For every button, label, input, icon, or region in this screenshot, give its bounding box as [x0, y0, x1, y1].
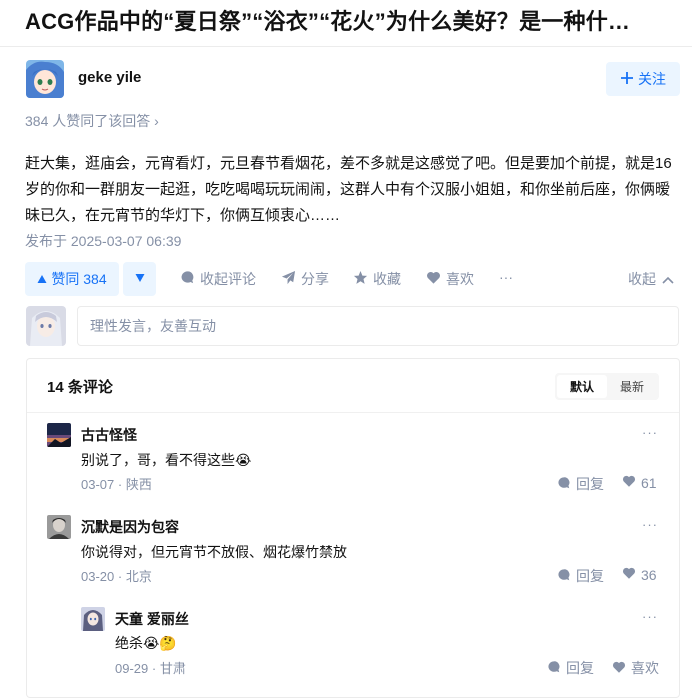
reply-label: 回复 — [576, 476, 604, 492]
heart-icon — [622, 474, 636, 491]
sort-latest-tab[interactable]: 最新 — [607, 375, 657, 398]
paper-plane-icon — [281, 270, 296, 288]
triangle-down-icon — [135, 270, 145, 288]
comment-meta: 03-20 · 北京 — [81, 569, 152, 584]
more-dots-icon: ··· — [499, 269, 513, 285]
reply-button[interactable]: 回复 — [557, 566, 604, 586]
downvote-button[interactable] — [123, 262, 156, 296]
comment-bubble-icon — [557, 568, 571, 585]
favorite-label: 收藏 — [373, 271, 401, 287]
collapse-answer-button[interactable]: 收起 — [628, 269, 674, 289]
author-avatar[interactable] — [26, 60, 64, 98]
comment-text: 你说得对，但元宵节不放假、烟花爆竹禁放 — [81, 544, 347, 560]
publish-time: 发布于 2025-03-07 06:39 — [25, 233, 182, 249]
like-label: 喜欢 — [631, 660, 659, 676]
chevron-up-icon — [662, 271, 674, 287]
comment-avatar[interactable] — [47, 423, 71, 447]
follow-label: 关注 — [638, 71, 666, 87]
comment-author[interactable]: 沉默是因为包容 — [81, 517, 179, 537]
star-icon — [353, 270, 368, 288]
sort-default-tab[interactable]: 默认 — [557, 375, 607, 398]
comment-more-button[interactable]: ··· — [642, 425, 658, 440]
panel-divider — [27, 412, 679, 413]
like-label: 喜欢 — [446, 271, 474, 287]
comment-like-button[interactable]: 36 — [622, 566, 657, 583]
comment-like-button[interactable]: 61 — [622, 474, 657, 491]
like-count: 61 — [641, 474, 657, 491]
triangle-up-icon — [37, 271, 47, 287]
comment-text: 别说了，哥，看不得这些😭 — [81, 452, 252, 468]
comment-meta: 09-29 · 甘肃 — [115, 661, 186, 676]
upvote-label: 赞同 384 — [51, 271, 107, 287]
comment-date: 09-29 — [115, 661, 149, 676]
favorite-button[interactable]: 收藏 — [353, 269, 401, 289]
comment-avatar[interactable] — [47, 515, 71, 539]
heart-icon — [426, 270, 441, 288]
heart-icon — [612, 660, 626, 677]
voters-link[interactable]: 384 人赞同了该回答 › — [25, 111, 159, 131]
comment-date: 03-07 — [81, 477, 115, 492]
like-count: 36 — [641, 566, 657, 583]
more-actions-button[interactable]: ··· — [499, 269, 513, 285]
reply-label: 回复 — [576, 568, 604, 584]
comment-bubble-icon — [557, 476, 571, 493]
comment-date: 03-20 — [81, 569, 115, 584]
plus-icon — [620, 71, 634, 88]
question-title[interactable]: ACG作品中的“夏日祭”“浴衣”“花火”为什么美好？是一种什… — [25, 4, 689, 36]
comment-avatar[interactable] — [81, 607, 105, 631]
answer-content: 赶大集，逛庙会，元宵看灯，元旦春节看烟花，差不多就是这感觉了吧。但是要加个前提，… — [25, 155, 672, 224]
comment-location: 甘肃 — [159, 661, 186, 676]
upvote-button[interactable]: 赞同 384 — [25, 262, 119, 296]
share-label: 分享 — [301, 271, 329, 287]
heart-icon — [622, 566, 636, 583]
comment-more-button[interactable]: ··· — [642, 609, 658, 624]
reply-button[interactable]: 回复 — [547, 658, 594, 678]
collapse-comments-button[interactable]: 收起评论 — [180, 269, 256, 289]
share-button[interactable]: 分享 — [281, 269, 329, 289]
comment-meta: 03-07 · 陕西 — [81, 477, 152, 492]
comment-author[interactable]: 天童 爱丽丝 — [115, 609, 189, 629]
author-name[interactable]: geke yile — [78, 69, 141, 86]
comment-bubble-icon — [180, 270, 195, 288]
comment-like-button[interactable]: 喜欢 — [612, 658, 659, 678]
follow-button[interactable]: 关注 — [606, 62, 680, 96]
reply-label: 回复 — [566, 660, 594, 676]
title-divider — [0, 46, 692, 47]
comments-count: 14 条评论 — [47, 379, 113, 396]
comment-location: 北京 — [125, 569, 152, 584]
collapse-label: 收起 — [628, 271, 656, 287]
comment-input[interactable]: 理性发言，友善互动 — [77, 306, 679, 346]
like-button[interactable]: 喜欢 — [426, 269, 474, 289]
reply-button[interactable]: 回复 — [557, 474, 604, 494]
comment-text: 绝杀😭🤔 — [115, 635, 177, 651]
comment-bubble-icon — [547, 660, 561, 677]
comment-more-button[interactable]: ··· — [642, 517, 658, 532]
collapse-comments-label: 收起评论 — [200, 271, 256, 287]
sort-toggle: 默认 最新 — [555, 373, 659, 400]
comment-author[interactable]: 古古怪怪 — [81, 425, 137, 445]
current-user-avatar — [26, 306, 66, 346]
comment-location: 陕西 — [125, 477, 152, 492]
